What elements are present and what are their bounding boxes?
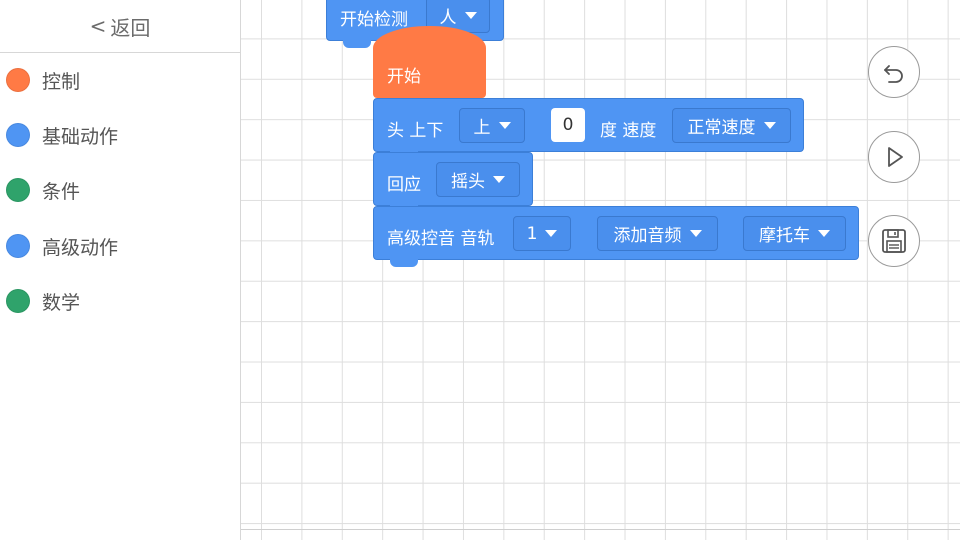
respond-block[interactable]: 回应 摇头 — [373, 152, 533, 213]
dropdown-value: 人 — [439, 7, 457, 28]
category-control[interactable]: 控制 — [0, 58, 240, 102]
dropdown-value: 上 — [473, 118, 491, 138]
save-button[interactable] — [868, 215, 920, 267]
workspace-divider — [241, 529, 960, 530]
dropdown-value: 添加音频 — [613, 226, 682, 246]
category-label: 高级动作 — [42, 236, 119, 259]
track-dropdown[interactable]: 1 — [513, 216, 571, 251]
dropdown-value: 1 — [526, 223, 538, 244]
category-dot-icon — [6, 123, 30, 147]
dropdown-caret-icon — [689, 230, 702, 237]
category-dot-icon — [6, 68, 30, 92]
start-hat-block[interactable]: 开始 — [373, 26, 486, 106]
category-dot-icon — [6, 289, 30, 313]
dropdown-value: 摩托车 — [759, 226, 810, 246]
back-label: 返回 — [110, 15, 151, 40]
block-label: 开始检测 — [340, 10, 408, 30]
speed-dropdown[interactable]: 正常速度 — [672, 108, 791, 143]
dropdown-caret-icon — [763, 122, 776, 129]
category-math[interactable]: 数学 — [0, 279, 240, 323]
dropdown-caret-icon — [493, 176, 505, 183]
category-condition[interactable]: 条件 — [0, 168, 240, 212]
sound-dropdown[interactable]: 摩托车 — [743, 216, 846, 251]
category-label: 控制 — [42, 70, 81, 93]
back-arrow-icon: < — [89, 14, 107, 38]
block-label: 回应 — [387, 175, 421, 195]
dropdown-caret-icon — [464, 11, 477, 19]
dropdown-caret-icon — [498, 122, 511, 129]
advanced-audio-block[interactable]: 高级控音 音轨 1 添加音频 摩托车 — [373, 206, 859, 267]
block-label: 度 速度 — [600, 121, 657, 141]
run-button[interactable] — [868, 131, 920, 183]
category-label: 数学 — [42, 291, 81, 314]
dropdown-value: 正常速度 — [687, 118, 756, 138]
add-audio-dropdown[interactable]: 添加音频 — [597, 216, 718, 251]
undo-button[interactable] — [868, 46, 920, 98]
block-label: 高级控音 音轨 — [387, 229, 495, 249]
block-label: 头 上下 — [387, 121, 444, 141]
respond-action-dropdown[interactable]: 摇头 — [436, 162, 520, 197]
category-advanced-motion[interactable]: 高级动作 — [0, 224, 240, 268]
play-icon — [888, 147, 903, 167]
category-basic-motion[interactable]: 基础动作 — [0, 113, 240, 157]
dropdown-value: 摇头 — [451, 172, 485, 192]
block-workspace[interactable] — [241, 0, 960, 540]
dropdown-caret-icon — [818, 230, 830, 237]
category-dot-icon — [6, 234, 30, 258]
head-direction-dropdown[interactable]: 上 — [459, 108, 525, 143]
category-label: 条件 — [42, 180, 81, 203]
block-label: 开始 — [387, 67, 421, 87]
category-sidebar: < 返回 控制 基础动作 条件 高级动作 数学 — [0, 0, 241, 540]
undo-icon — [884, 65, 903, 83]
degrees-input[interactable]: 0 — [551, 108, 585, 142]
save-icon — [882, 229, 906, 253]
category-dot-icon — [6, 178, 30, 202]
back-button[interactable]: < 返回 — [0, 0, 240, 53]
head-move-block[interactable]: 头 上下 上 0 度 速度 正常速度 — [373, 98, 804, 159]
dropdown-caret-icon — [545, 230, 558, 237]
category-label: 基础动作 — [42, 125, 119, 148]
